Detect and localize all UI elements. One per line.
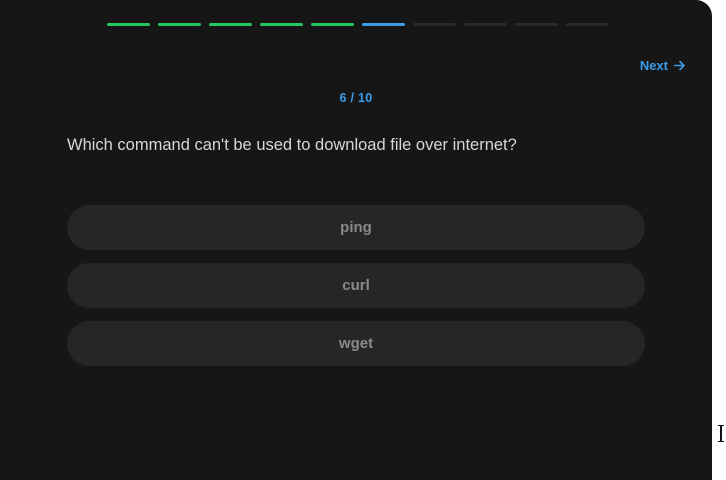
progress-segment <box>362 23 405 26</box>
quiz-panel: Next 6 / 10 Which command can't be used … <box>0 0 712 480</box>
progress-segment <box>515 23 558 26</box>
answer-option-wget[interactable]: wget <box>67 321 645 366</box>
question-text: Which command can't be used to download … <box>67 136 517 154</box>
answer-option-curl[interactable]: curl <box>67 263 645 308</box>
progress-segment <box>413 23 456 26</box>
arrow-right-icon <box>673 59 686 72</box>
progress-segment <box>209 23 252 26</box>
progress-segment <box>260 23 303 26</box>
progress-segment <box>311 23 354 26</box>
progress-segment <box>158 23 201 26</box>
progress-segment <box>566 23 609 26</box>
progress-segment <box>464 23 507 26</box>
progress-segment <box>107 23 150 26</box>
progress-bar <box>107 23 609 26</box>
next-button[interactable]: Next <box>640 56 686 74</box>
answer-option-ping[interactable]: ping <box>67 205 645 250</box>
page-edge <box>712 0 726 480</box>
text-cursor-icon <box>718 425 724 442</box>
next-label: Next <box>639 57 668 73</box>
question-counter: 6 / 10 <box>339 91 373 105</box>
answer-options: ping curl wget <box>67 205 645 366</box>
